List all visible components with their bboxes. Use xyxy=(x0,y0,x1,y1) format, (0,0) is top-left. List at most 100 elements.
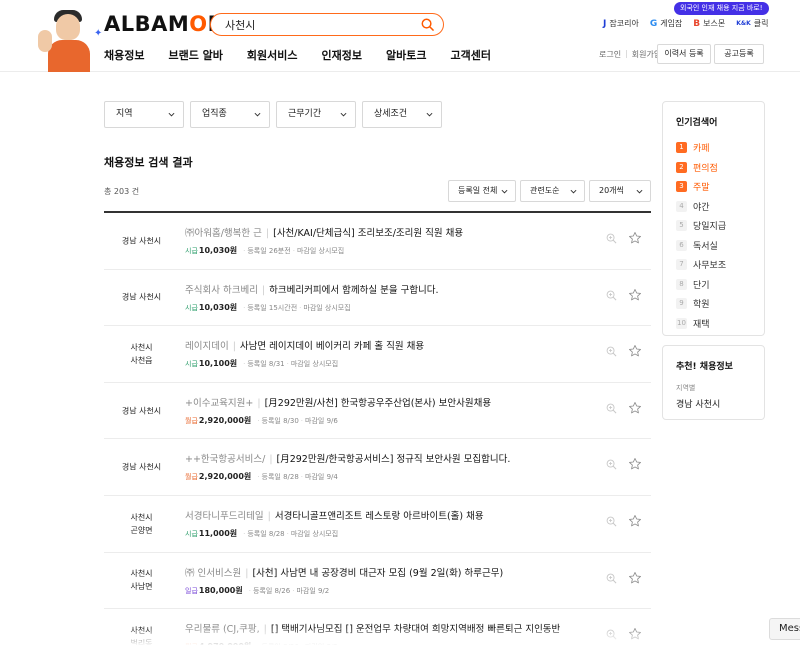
promo-badge[interactable]: 외국인 인재 채용 지금 바로! xyxy=(674,2,769,15)
preview-icon[interactable] xyxy=(606,516,617,527)
star-icon[interactable] xyxy=(628,344,642,358)
filter-dropdown[interactable]: 근무기간 xyxy=(276,101,356,128)
preview-icon[interactable] xyxy=(606,290,617,301)
partner-link[interactable]: B 보스몬 xyxy=(693,18,725,29)
company-name[interactable]: ㈜아워홈/행복한 근 xyxy=(185,228,262,239)
popular-search-item[interactable]: 9 학원 xyxy=(676,294,726,314)
search-input[interactable] xyxy=(225,16,415,33)
company-name[interactable]: +이수교육지원+ xyxy=(185,398,253,409)
separator: · xyxy=(257,416,260,425)
job-row[interactable]: 경남 사천시 ㈜아워홈/행복한 근 | [사천/KAI/단체급식] 조리보조/조리원 … xyxy=(104,213,651,270)
star-icon[interactable] xyxy=(628,401,642,415)
login-link[interactable]: 로그인 xyxy=(599,49,621,60)
filter-dropdown[interactable]: 업직종 xyxy=(190,101,270,128)
deadline: 마감일 상시모집 xyxy=(290,360,339,369)
chevron-down-icon xyxy=(340,112,347,117)
popular-search-item[interactable]: 10 재택 xyxy=(676,314,726,334)
separator: · xyxy=(286,529,289,538)
company-name[interactable]: 우리물류 (CJ,쿠팡, xyxy=(185,624,260,635)
company-name[interactable]: ㈜ 인서비스원 xyxy=(185,568,241,579)
preview-icon[interactable] xyxy=(606,346,617,357)
partner-logo-icon: J xyxy=(603,18,607,29)
nav-item[interactable]: 브랜드 알바 xyxy=(168,47,222,63)
separator: · xyxy=(257,473,260,482)
results-count: 총 203 건 xyxy=(104,187,140,196)
per-page-select[interactable]: 20개씩 xyxy=(589,180,651,202)
resume-register-button[interactable]: 이력서 등록 xyxy=(657,44,711,64)
nav-item[interactable]: 고객센터 xyxy=(451,47,491,63)
company-name[interactable]: ++한국항공서비스/ xyxy=(185,454,265,465)
preview-icon[interactable] xyxy=(606,459,617,470)
preview-icon[interactable] xyxy=(606,403,617,414)
popular-search-term: 편의점 xyxy=(693,163,718,174)
job-row[interactable]: 경남 사천시 +이수교육지원+ | [月292만원/사천] 한국항공우주산업(본사) … xyxy=(104,383,651,440)
search-bar xyxy=(210,13,444,36)
rank-badge: 3 xyxy=(676,181,687,193)
job-title-link[interactable]: 하크베리커피에서 함께하실 분을 구합니다. xyxy=(269,285,438,296)
popular-search-item[interactable]: 2 편의점 xyxy=(676,158,726,178)
pay-type: 시급 xyxy=(185,529,198,538)
chevron-down-icon xyxy=(501,189,508,194)
pay-type: 시급 xyxy=(185,360,198,369)
job-title-link[interactable]: 사남면 레이지데이 베이커리 카페 홀 직원 채용 xyxy=(240,341,424,352)
job-row[interactable]: 경남 사천시 주식회사 하크베리 | 하크베리커피에서 함께하실 분을 구합니다. 시급… xyxy=(104,270,651,327)
recommended-jobs-panel: 추천! 채용정보 지역별 경남 사천시 xyxy=(662,345,765,420)
separator: · xyxy=(243,360,246,369)
nav-item[interactable]: 인재정보 xyxy=(322,47,362,63)
popular-search-item[interactable]: 1 카페 xyxy=(676,138,726,158)
preview-icon[interactable] xyxy=(606,233,617,244)
messenger-button[interactable]: Mess xyxy=(769,618,800,640)
partner-link[interactable]: K&K 클릭 xyxy=(736,18,768,29)
company-name[interactable]: 주식회사 하크베리 xyxy=(185,285,258,296)
deadline: 마감일 상시모집 xyxy=(296,247,345,255)
separator: · xyxy=(248,586,251,595)
nav-item[interactable]: 알바토크 xyxy=(386,47,426,63)
job-title-link[interactable]: [] 택배기사님모집 [] 운전업무 차량대여 희망지역배정 빠른퇴근 지인동반 xyxy=(271,624,560,635)
job-region: 경남 사천시 xyxy=(121,292,162,302)
popular-search-item[interactable]: 7 사무보조 xyxy=(676,255,726,275)
nav-item[interactable]: 회원서비스 xyxy=(247,47,298,63)
job-title-link[interactable]: [사천] 사남면 내 공장경비 대근자 모집 (9월 2일(화) 하루근무) xyxy=(252,568,503,579)
job-row[interactable]: 경남 사천시 ++한국항공서비스/ | [月292만원/한국항공서비스] 정규직 보안… xyxy=(104,439,651,496)
job-title-link[interactable]: 서경타니골프앤리조트 레스토랑 아르바이트(홀) 채용 xyxy=(275,511,484,522)
job-company-title: ++한국항공서비스/ | [月292만원/한국항공서비스] 정규직 보안사원 모집합… xyxy=(185,451,510,465)
registered-date: 등록일 8/31 xyxy=(247,360,285,369)
nav-item[interactable]: 채용정보 xyxy=(104,47,144,63)
job-title-link[interactable]: [사천/KAI/단체급식] 조리보조/조리원 직원 채용 xyxy=(273,228,463,239)
job-row[interactable]: 사천시 벌리동 우리물류 (CJ,쿠팡, | [] 택배기사님모집 [] 운전업무 차량… xyxy=(104,609,651,645)
rank-badge: 4 xyxy=(676,200,687,212)
star-icon[interactable] xyxy=(628,571,642,585)
job-row[interactable]: 사천시 사천읍 레이지데이 | 사남면 레이지데이 베이커리 카페 홀 직원 채용 시급1… xyxy=(104,326,651,383)
job-row[interactable]: 사천시 사남면 ㈜ 인서비스원 | [사천] 사남면 내 공장경비 대근자 모집 (9월… xyxy=(104,553,651,610)
star-icon[interactable] xyxy=(628,514,642,528)
job-row[interactable]: 사천시 곤양면 서경타니푸드리테일 | 서경타니골프앤리조트 레스토랑 아르바이트(홀)… xyxy=(104,496,651,553)
post-job-button[interactable]: 공고등록 xyxy=(714,44,764,64)
filter-dropdown[interactable]: 지역 xyxy=(104,101,184,128)
sort-order-select[interactable]: 관련도순 xyxy=(520,180,585,202)
star-icon[interactable] xyxy=(628,457,642,471)
albamon-logo[interactable]: ALBAMON xyxy=(104,12,226,36)
star-icon[interactable] xyxy=(628,288,642,302)
partner-link[interactable]: G 게임잡 xyxy=(650,18,682,29)
preview-icon[interactable] xyxy=(606,573,617,584)
filter-dropdown[interactable]: 상세조건 xyxy=(362,101,442,128)
search-icon[interactable] xyxy=(421,18,434,31)
recommended-region-link[interactable]: 경남 사천시 xyxy=(676,397,720,410)
star-icon[interactable] xyxy=(628,231,642,245)
star-icon[interactable] xyxy=(628,627,642,641)
partner-link[interactable]: J 잡코리아 xyxy=(603,18,639,29)
job-list: 경남 사천시 ㈜아워홈/행복한 근 | [사천/KAI/단체급식] 조리보조/조리원 … xyxy=(104,213,651,645)
date-filter-select[interactable]: 등록일 전체 xyxy=(448,180,516,202)
popular-search-item[interactable]: 4 야간 xyxy=(676,197,726,217)
popular-search-item[interactable]: 6 독서실 xyxy=(676,236,726,256)
company-name[interactable]: 서경타니푸드리테일 xyxy=(185,511,264,522)
popular-search-item[interactable]: 3 주말 xyxy=(676,177,726,197)
preview-icon[interactable] xyxy=(606,629,617,640)
popular-search-item[interactable]: 5 당일지급 xyxy=(676,216,726,236)
registered-date: 등록일 8/30 xyxy=(261,416,299,425)
job-title-link[interactable]: [月292만원/한국항공서비스] 정규직 보안사원 모집합니다. xyxy=(277,454,511,465)
job-title-link[interactable]: [月292만원/사천] 한국항공우주산업(본사) 보안사원채용 xyxy=(265,398,492,409)
popular-search-term: 야간 xyxy=(693,202,710,213)
company-name[interactable]: 레이지데이 xyxy=(185,341,229,352)
popular-search-item[interactable]: 8 단기 xyxy=(676,275,726,295)
